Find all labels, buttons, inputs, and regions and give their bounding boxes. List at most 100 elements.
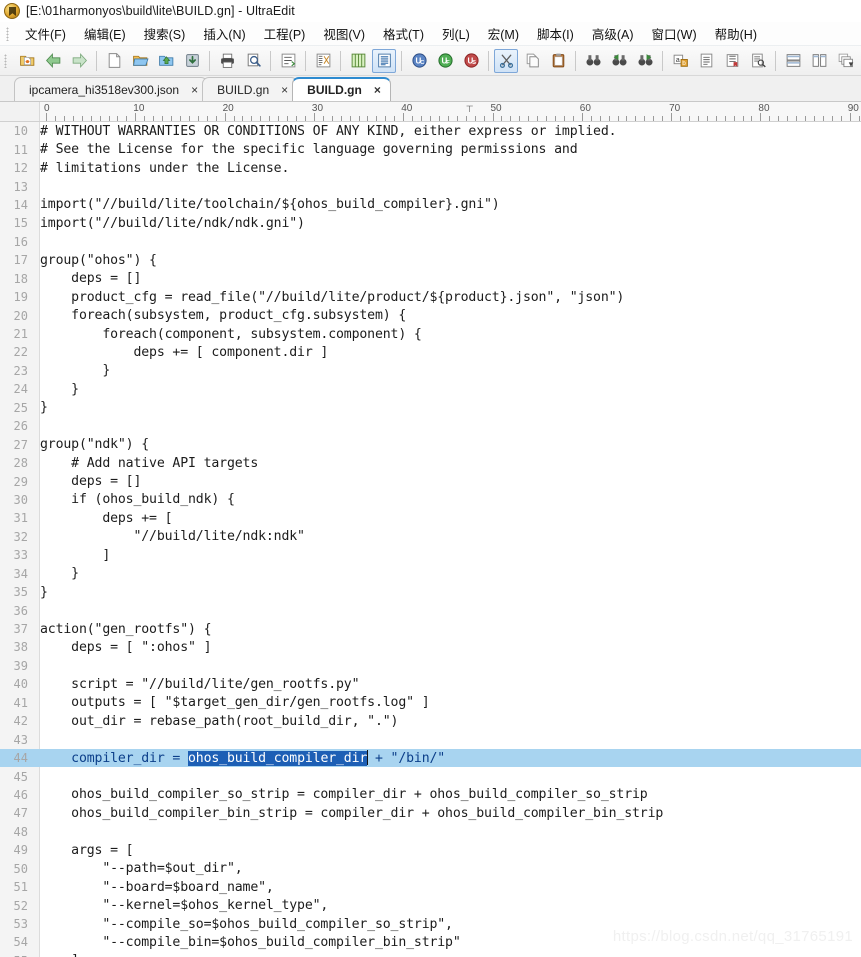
print-preview-icon[interactable] [241,49,265,73]
code-line-text[interactable]: } [34,382,861,397]
code-line-text[interactable]: } [34,363,861,378]
menu-macro[interactable]: 宏(M) [479,22,528,45]
menu-grip-icon[interactable] [6,26,9,41]
code-line[interactable]: 30 if (ohos_build_ndk) { [0,491,861,509]
toolbar-overflow-icon[interactable]: ▾ [845,52,857,70]
code-line-text[interactable]: out_dir = rebase_path(root_build_dir, ".… [34,714,861,729]
code-line-text[interactable]: ohos_build_compiler_bin_strip = compiler… [34,806,861,821]
code-line-text[interactable]: compiler_dir = ohos_build_compiler_dir +… [34,750,861,767]
forward-arrow-icon[interactable] [67,49,91,73]
menu-file[interactable]: 文件(F) [16,22,75,45]
code-line[interactable]: 40 script = "//build/lite/gen_rootfs.py" [0,675,861,693]
word-wrap-icon[interactable] [276,49,300,73]
code-line[interactable]: 14 import("//build/lite/toolchain/${ohos_… [0,196,861,214]
code-line-text[interactable]: "--board=$board_name", [34,880,861,895]
code-line[interactable]: 44 compiler_dir = ohos_build_compiler_di… [0,748,861,768]
text-selection[interactable]: ohos_build_compiler_dir [188,751,367,767]
code-line[interactable]: 24 } [0,380,861,398]
code-line-text[interactable]: args = [ [34,843,861,858]
code-line[interactable]: 53 "--compile_so=$ohos_build_compiler_so… [0,915,861,933]
bookmark-icon[interactable] [720,49,744,73]
cut-icon[interactable] [494,48,518,73]
menu-help[interactable]: 帮助(H) [706,22,766,45]
print-icon[interactable] [215,49,239,73]
paste-icon[interactable] [546,49,570,73]
code-line-text[interactable]: "--compile_bin=$ohos_build_compiler_bin_… [34,935,861,950]
code-line[interactable]: 20 foreach(subsystem, product_cfg.subsys… [0,306,861,324]
tab-close-icon[interactable]: × [188,84,201,96]
code-line[interactable]: 34 } [0,565,861,583]
code-line-text[interactable]: deps = [] [34,271,861,286]
code-line[interactable]: 11 # See the License for the specific lan… [0,140,861,158]
code-line[interactable]: 55 ] [0,952,861,957]
code-line-text[interactable]: # Add native API targets [34,456,861,471]
code-line[interactable]: 35} [0,583,861,601]
open-folder-icon[interactable] [154,49,178,73]
code-line-text[interactable]: outputs = [ "$target_gen_dir/gen_rootfs.… [34,695,861,710]
find-prev-icon[interactable] [607,49,631,73]
code-line[interactable]: 19 product_cfg = read_file("//build/lite… [0,288,861,306]
code-line[interactable]: 29 deps = [] [0,472,861,490]
tile-vertical-icon[interactable] [807,49,831,73]
save-file-icon[interactable] [180,49,204,73]
code-line[interactable]: 18 deps = [] [0,270,861,288]
open-file-icon[interactable] [128,49,152,73]
code-line-text[interactable]: "--path=$out_dir", [34,861,861,876]
code-line-text[interactable]: foreach(component, subsystem.component) … [34,327,861,342]
code-line-text[interactable]: ] [34,548,861,563]
function-list-icon[interactable] [746,49,770,73]
find-next-icon[interactable] [633,49,657,73]
code-line[interactable]: 47 ohos_build_compiler_bin_strip = compi… [0,804,861,822]
tile-horizontal-icon[interactable] [781,49,805,73]
code-line-text[interactable]: group("ohos") { [34,253,861,268]
code-line[interactable]: 22 deps += [ component.dir ] [0,343,861,361]
code-line[interactable]: 38 deps = [ ":ohos" ] [0,638,861,656]
code-line[interactable]: 54 "--compile_bin=$ohos_build_compiler_b… [0,933,861,951]
ruler-tabstop-icon[interactable]: ⊤ [466,104,474,115]
code-line-text[interactable]: foreach(subsystem, product_cfg.subsystem… [34,308,861,323]
code-line[interactable]: 43 [0,730,861,748]
tab-build-gn-1[interactable]: BUILD.gn × [202,77,299,101]
code-line[interactable]: 33 ] [0,546,861,564]
code-line[interactable]: 27 group("ndk") { [0,435,861,453]
code-line-text[interactable]: script = "//build/lite/gen_rootfs.py" [34,677,861,692]
code-line-text[interactable]: # limitations under the License. [34,161,861,176]
code-line[interactable]: 10 # WITHOUT WARRANTIES OR CONDITIONS OF … [0,122,861,140]
menu-search[interactable]: 搜索(S) [135,22,195,45]
code-line-text[interactable]: action("gen_rootfs") { [34,622,861,637]
code-line-text[interactable]: # See the License for the specific langu… [34,142,861,157]
code-line-text[interactable]: "--kernel=$ohos_kernel_type", [34,898,861,913]
code-line[interactable]: 48 [0,823,861,841]
tab-ipcamera-json[interactable]: ipcamera_hi3518ev300.json × [14,77,209,101]
code-line-text[interactable]: } [34,400,861,415]
code-line-text[interactable]: deps += [ component.dir ] [34,345,861,360]
menu-column[interactable]: 列(L) [433,22,479,45]
code-line-text[interactable]: ] [34,953,861,957]
code-editor[interactable]: 10 # WITHOUT WARRANTIES OR CONDITIONS OF … [0,122,861,957]
code-line[interactable]: 15 import("//build/lite/ndk/ndk.gni") [0,214,861,232]
code-line-text[interactable]: deps = [] [34,474,861,489]
new-file-icon[interactable] [102,49,126,73]
find-in-files-icon[interactable] [694,49,718,73]
code-line[interactable]: 45 [0,767,861,785]
toolbar-grip-icon[interactable] [4,53,7,68]
code-line-text[interactable]: "//build/lite/ndk:ndk" [34,529,861,544]
code-line[interactable]: 16 [0,233,861,251]
code-line[interactable]: 12 # limitations under the License. [0,159,861,177]
tab-close-icon[interactable]: × [278,84,291,96]
code-line[interactable]: 31 deps += [ [0,509,861,527]
code-line-text[interactable]: "--compile_so=$ohos_build_compiler_so_st… [34,917,861,932]
unicode-convert-icon[interactable]: UC [407,49,431,73]
code-line[interactable]: 37 action("gen_rootfs") { [0,620,861,638]
code-line[interactable]: 13 [0,177,861,195]
code-line-text[interactable]: } [34,566,861,581]
code-line[interactable]: 41 outputs = [ "$target_gen_dir/gen_root… [0,694,861,712]
code-line-text[interactable]: ohos_build_compiler_so_strip = compiler_… [34,787,861,802]
code-line-text[interactable]: # WITHOUT WARRANTIES OR CONDITIONS OF AN… [34,124,861,139]
menu-view[interactable]: 视图(V) [314,22,374,45]
code-line[interactable]: 39 [0,657,861,675]
code-line[interactable]: 28 # Add native API targets [0,454,861,472]
menu-window[interactable]: 窗口(W) [643,22,706,45]
code-line[interactable]: 42 out_dir = rebase_path(root_build_dir,… [0,712,861,730]
back-arrow-icon[interactable] [41,49,65,73]
